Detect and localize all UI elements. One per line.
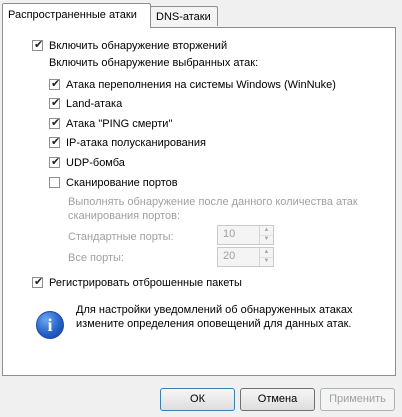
attack-land-checkbox[interactable]: ✔ xyxy=(49,97,61,109)
stepper-down-icon[interactable]: ▼ xyxy=(260,235,273,244)
attack-ip-halfscan-checkbox[interactable]: ✔ xyxy=(49,136,61,148)
port-scan-description: Выполнять обнаружение после данного коли… xyxy=(68,196,358,222)
attack-land-label: Land-атака xyxy=(66,98,123,110)
checkmark-icon: ✔ xyxy=(51,136,61,148)
info-icon: i xyxy=(36,311,64,339)
checkmark-icon: ✔ xyxy=(51,156,61,168)
checkmark-icon: ✔ xyxy=(34,276,44,288)
ok-button[interactable]: ОК xyxy=(160,388,235,411)
info-text: Для настройки уведомлений об обнаруженны… xyxy=(76,304,353,330)
all-ports-label: Все порты: xyxy=(68,252,124,264)
cancel-button[interactable]: Отмена xyxy=(240,388,315,411)
attack-winnuke-checkbox[interactable]: ✔ xyxy=(49,78,61,90)
stepper-arrows: ▲ ▼ xyxy=(259,248,273,266)
checkmark-icon: ✔ xyxy=(51,97,61,109)
intrusion-detection-label: Включить обнаружение вторжений xyxy=(49,40,228,52)
tab-bar: Распространенные атаки DNS-атаки xyxy=(0,0,402,28)
checkmark-icon: ✔ xyxy=(51,117,61,129)
attack-udp-bomb-checkbox[interactable]: ✔ xyxy=(49,156,61,168)
all-ports-stepper[interactable]: 20 ▲ ▼ xyxy=(217,247,274,267)
attack-udp-bomb-label: UDP-бомба xyxy=(66,157,125,169)
attack-port-scan-label: Сканирование портов xyxy=(66,177,178,189)
stepper-down-icon[interactable]: ▼ xyxy=(260,257,273,266)
apply-button[interactable]: Применить xyxy=(320,388,395,411)
selected-attacks-heading: Включить обнаружение выбранных атак: xyxy=(49,57,259,69)
standard-ports-stepper[interactable]: 10 ▲ ▼ xyxy=(217,225,274,245)
attack-winnuke-label: Атака переполнения на системы Windows (W… xyxy=(66,79,336,91)
attack-port-scan-checkbox[interactable] xyxy=(49,177,60,188)
standard-ports-label: Стандартные порты: xyxy=(68,231,174,243)
log-dropped-checkbox[interactable]: ✔ xyxy=(32,276,44,288)
tab-dns-attacks[interactable]: DNS-атаки xyxy=(150,6,218,26)
all-ports-value: 20 xyxy=(223,250,236,262)
stepper-arrows: ▲ ▼ xyxy=(259,226,273,244)
tab-panel: ✔ Включить обнаружение вторжений Включит… xyxy=(2,27,396,376)
checkmark-icon: ✔ xyxy=(34,39,44,51)
attack-ping-of-death-label: Атака "PING смерти" xyxy=(66,118,173,130)
attack-ip-halfscan-label: IP-атака полусканирования xyxy=(66,137,206,149)
intrusion-detection-checkbox[interactable]: ✔ xyxy=(32,39,44,51)
standard-ports-value: 10 xyxy=(223,228,236,240)
attack-ping-of-death-checkbox[interactable]: ✔ xyxy=(49,117,61,129)
log-dropped-label: Регистрировать отброшенные пакеты xyxy=(49,277,242,289)
tab-common-attacks[interactable]: Распространенные атаки xyxy=(2,3,151,28)
checkmark-icon: ✔ xyxy=(51,78,61,90)
